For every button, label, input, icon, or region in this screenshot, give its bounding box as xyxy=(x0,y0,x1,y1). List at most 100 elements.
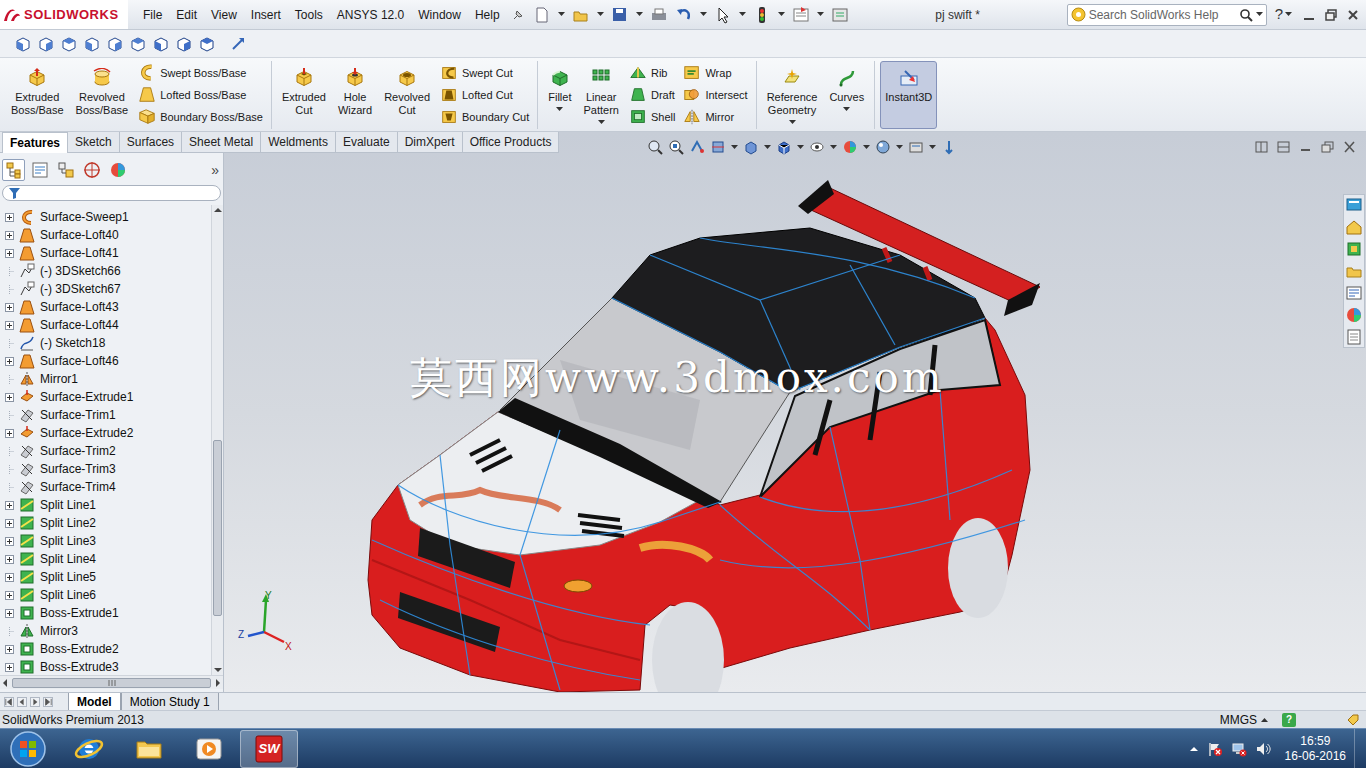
dropdown-arrow-icon[interactable] xyxy=(739,12,746,17)
dropdown-arrow-icon[interactable] xyxy=(636,12,643,17)
tree-item[interactable]: Surface-Loft44 xyxy=(0,316,211,334)
sweep-boss-icon[interactable] xyxy=(138,64,156,82)
tree-item[interactable]: Surface-Extrude2 xyxy=(0,424,211,442)
ie-icon[interactable] xyxy=(73,733,105,765)
expand-icon[interactable] xyxy=(5,663,14,672)
draft-icon[interactable] xyxy=(629,86,647,104)
triad-icon[interactable]: YXZ xyxy=(236,590,300,654)
ribbon-button[interactable]: Hole Wizard xyxy=(333,61,377,129)
dropdown-arrow-icon[interactable] xyxy=(731,145,738,150)
previous-view-icon[interactable] xyxy=(689,139,705,155)
options-icon[interactable] xyxy=(831,6,849,24)
revolve-boss-icon[interactable] xyxy=(92,68,112,88)
appearance-icon[interactable] xyxy=(842,139,858,155)
command-tab[interactable]: Evaluate xyxy=(336,132,398,152)
view-orientation-icon[interactable] xyxy=(106,35,124,53)
dropdown-marker[interactable] xyxy=(789,119,796,125)
dropdown-arrow-icon[interactable] xyxy=(764,145,771,150)
expand-icon[interactable] xyxy=(5,519,14,528)
ribbon-button[interactable]: Shell xyxy=(626,106,678,128)
ribbon-button[interactable]: Boundary Boss/Base xyxy=(135,106,266,128)
zoom-area-icon[interactable] xyxy=(668,139,684,155)
scroll-down-icon[interactable] xyxy=(212,665,224,675)
expand-icon[interactable] xyxy=(5,393,14,402)
ribbon-button[interactable]: Intersect xyxy=(680,84,750,106)
tree-item[interactable]: Split Line3 xyxy=(0,532,211,550)
expand-icon[interactable] xyxy=(5,609,14,618)
scroll-thumb[interactable] xyxy=(12,678,211,688)
filter-box[interactable] xyxy=(2,185,221,201)
intersect-icon[interactable] xyxy=(683,86,701,104)
tree-item[interactable]: Split Line6 xyxy=(0,586,211,604)
expand-icon[interactable] xyxy=(5,591,14,600)
tile-horizontal-icon[interactable] xyxy=(1277,141,1290,153)
ds-logo-icon[interactable] xyxy=(3,7,21,23)
command-tab[interactable]: Office Products xyxy=(463,132,560,152)
start-orb-icon[interactable] xyxy=(8,729,48,768)
light-icon[interactable] xyxy=(941,139,957,155)
tree-item[interactable]: Surface-Trim2 xyxy=(0,442,211,460)
explorer-icon[interactable] xyxy=(133,733,165,765)
menu-item[interactable]: Window xyxy=(411,6,468,24)
minimize-icon[interactable] xyxy=(1302,8,1316,22)
menu-item[interactable]: Insert xyxy=(244,6,288,24)
rebuild-icon[interactable] xyxy=(753,6,771,24)
tree-item[interactable]: Surface-Loft46 xyxy=(0,352,211,370)
file-explorer-icon[interactable] xyxy=(1345,262,1363,280)
expand-icon[interactable] xyxy=(5,321,14,330)
expand-icon[interactable] xyxy=(5,501,14,510)
tree-item[interactable]: Surface-Loft43 xyxy=(0,298,211,316)
app-logo[interactable]: SOLIDWORKS xyxy=(0,0,128,29)
view-orientation-icon[interactable] xyxy=(152,35,170,53)
ribbon-button[interactable]: Lofted Boss/Base xyxy=(135,84,266,106)
view-orientation-icon[interactable] xyxy=(198,35,216,53)
dropdown-marker[interactable] xyxy=(843,106,850,112)
tree-item[interactable]: Mirror3 xyxy=(0,622,211,640)
tree-item[interactable]: Boss-Extrude3 xyxy=(0,658,211,675)
expand-icon[interactable] xyxy=(5,231,14,240)
command-tab[interactable]: Features xyxy=(2,132,68,153)
panel-tab[interactable] xyxy=(54,159,77,181)
media-icon[interactable] xyxy=(193,733,225,765)
expand-panel-button[interactable]: » xyxy=(211,160,219,181)
view-orientation-icon[interactable] xyxy=(37,35,55,53)
view-palette-icon[interactable] xyxy=(1345,284,1363,302)
command-tab[interactable]: Weldments xyxy=(261,132,336,152)
search-icon[interactable] xyxy=(1239,8,1253,22)
dropdown-arrow-icon[interactable] xyxy=(896,145,903,150)
tree-item[interactable]: (-) 3DSketch66 xyxy=(0,262,211,280)
panel-tab[interactable] xyxy=(106,159,129,181)
horizontal-scrollbar[interactable] xyxy=(0,675,223,689)
refgeom-icon[interactable] xyxy=(782,68,802,88)
wrap-icon[interactable] xyxy=(683,64,701,82)
file-properties-icon[interactable] xyxy=(792,6,810,24)
expand-icon[interactable] xyxy=(5,303,14,312)
pin-icon[interactable] xyxy=(511,8,525,22)
action-center-icon[interactable] xyxy=(1207,741,1223,757)
taskbar-app[interactable] xyxy=(120,730,178,768)
dropdown-marker[interactable] xyxy=(556,106,563,112)
scroll-track[interactable] xyxy=(212,215,223,665)
unit-system[interactable]: MMGS xyxy=(1220,711,1268,729)
select-icon[interactable] xyxy=(714,6,732,24)
bottom-tab[interactable]: Motion Study 1 xyxy=(121,693,219,710)
help-dropdown-icon[interactable] xyxy=(1285,12,1292,17)
ribbon-button[interactable]: Rib xyxy=(626,62,678,84)
restore-icon[interactable] xyxy=(1321,141,1334,153)
expand-icon[interactable] xyxy=(5,645,14,654)
tree-item[interactable]: Surface-Trim1 xyxy=(0,406,211,424)
first-tab-icon[interactable] xyxy=(4,697,14,707)
quick-tips-button[interactable]: ? xyxy=(1282,713,1296,727)
ribbon-button[interactable]: Lofted Cut xyxy=(437,84,532,106)
help-button[interactable]: ? xyxy=(1275,3,1292,26)
undo-icon[interactable] xyxy=(675,6,693,24)
command-tab[interactable]: DimXpert xyxy=(398,132,463,152)
scroll-right-icon[interactable] xyxy=(213,677,223,689)
view-orientation-icon[interactable] xyxy=(129,35,147,53)
help-glyph[interactable]: ? xyxy=(1275,3,1283,26)
minimize-icon[interactable] xyxy=(1299,141,1312,153)
fillet-icon[interactable] xyxy=(550,68,570,88)
ribbon-button[interactable]: Revolved Boss/Base xyxy=(71,61,134,129)
curves-icon[interactable] xyxy=(837,68,857,88)
open-icon[interactable] xyxy=(572,6,590,24)
